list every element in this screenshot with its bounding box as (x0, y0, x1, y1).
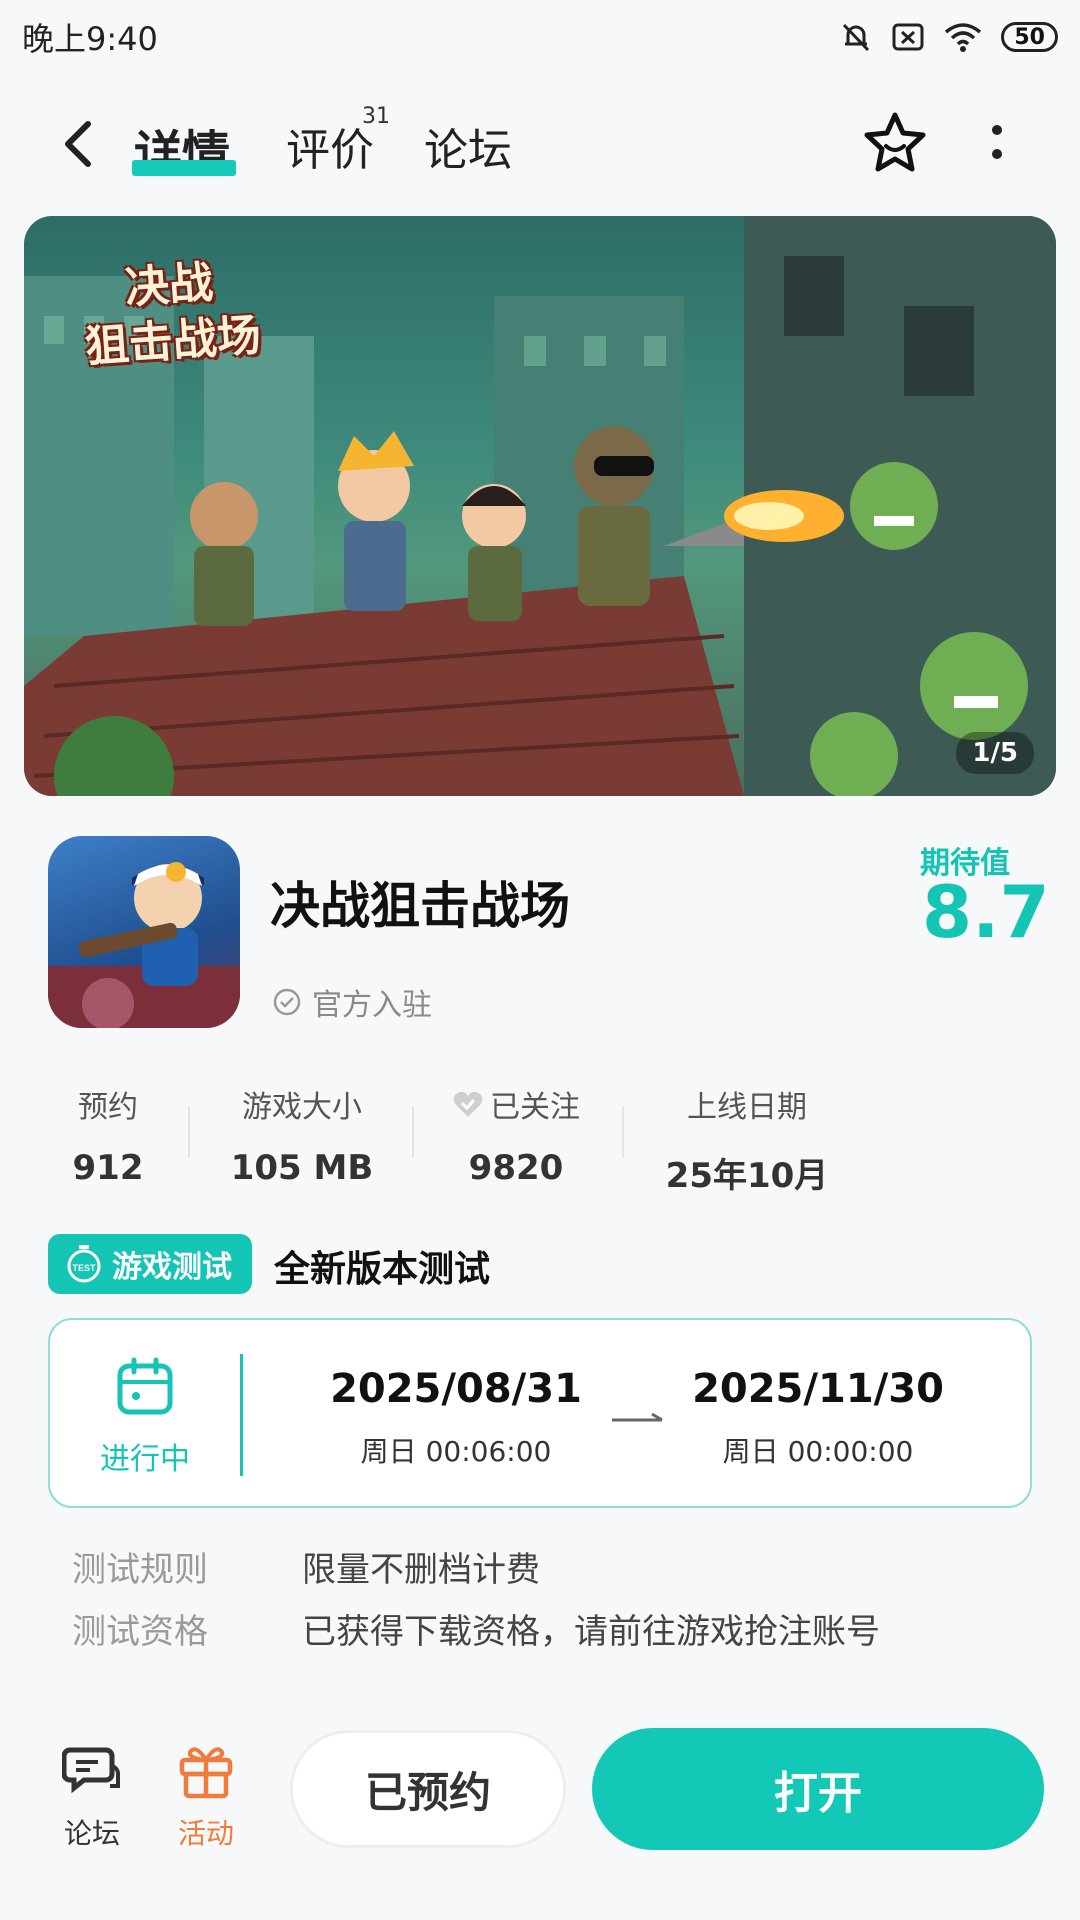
end-date: 2025/11/30 (692, 1366, 944, 1412)
back-arrow-icon[interactable] (58, 118, 102, 170)
tab-forum[interactable]: 论坛 (424, 114, 512, 178)
activity-entry[interactable]: 活动 (156, 1740, 256, 1852)
star-favorite-icon[interactable] (862, 110, 928, 176)
start-time: 周日 00:06:00 (360, 1435, 552, 1468)
status-time: 晚上9:40 (22, 20, 158, 58)
svg-text:TEST: TEST (72, 1263, 96, 1273)
battery-indicator: 50 (1001, 22, 1058, 52)
wifi-icon (943, 20, 983, 54)
stat-reservations: 预约 912 (72, 1090, 144, 1188)
card-divider (240, 1354, 243, 1476)
heart-check-icon (453, 1091, 483, 1117)
tab-reviews[interactable]: 评价 (286, 114, 374, 178)
forum-entry[interactable]: 论坛 (42, 1740, 142, 1852)
gift-icon (179, 1747, 233, 1799)
official-badge: 官方入驻 (272, 980, 432, 1024)
mute-bell-icon (839, 20, 873, 54)
status-bar: 晚上9:40 50 (0, 0, 1080, 74)
stat-divider (622, 1106, 624, 1158)
stat-followers[interactable]: 已关注 9820 (446, 1082, 586, 1188)
test-title: 全新版本测试 (274, 1249, 491, 1290)
end-time: 周日 00:00:00 (722, 1435, 914, 1468)
stat-divider (188, 1106, 190, 1158)
forum-chat-icon (61, 1747, 120, 1794)
test-qualification-row: 测试资格 已获得下载资格，请前往游戏抢注账号 (72, 1612, 880, 1652)
carousel-pager: 1/5 (956, 732, 1034, 774)
official-label: 官方入驻 (312, 988, 432, 1023)
app-icon (48, 836, 240, 1028)
bottom-action-bar: 论坛 活动 已预约 打开 (0, 1720, 1080, 1920)
calendar-icon (117, 1357, 173, 1415)
reviews-count-badge: 31 (362, 104, 390, 129)
test-timer-icon: TEST (67, 1245, 101, 1283)
test-period-card: 进行中 2025/08/31 周日 00:06:00 2025/11/30 周日… (48, 1318, 1032, 1508)
verified-check-icon (273, 988, 301, 1016)
open-button[interactable]: 打开 (592, 1728, 1044, 1850)
arrow-right-icon (612, 1412, 663, 1422)
more-vertical-icon[interactable] (982, 122, 1012, 166)
stat-divider (412, 1106, 414, 1158)
app-name: 决战狙击战场 (270, 877, 570, 935)
test-end: 2025/11/30 周日 00:00:00 (688, 1366, 948, 1470)
active-tab-indicator (132, 160, 236, 176)
test-start: 2025/08/31 周日 00:06:00 (326, 1366, 586, 1470)
stat-game-size: 游戏大小 105 MB (230, 1090, 374, 1188)
screenshot-carousel[interactable]: 决战 狙击战场 1/5 (24, 216, 1056, 796)
game-test-tag: TEST 游戏测试 (48, 1234, 252, 1294)
sim-off-icon (891, 22, 925, 52)
stat-launch-date: 上线日期 25年10月 (665, 1090, 829, 1196)
banner-game-logo: 决战 狙击战场 (83, 257, 263, 374)
test-status: 进行中 (100, 1442, 190, 1477)
test-rule-row: 测试规则 限量不删档计费 (72, 1550, 540, 1590)
start-date: 2025/08/31 (330, 1366, 582, 1412)
reserved-button[interactable]: 已预约 (290, 1730, 566, 1848)
expectation-score: 8.7 (922, 870, 1050, 954)
